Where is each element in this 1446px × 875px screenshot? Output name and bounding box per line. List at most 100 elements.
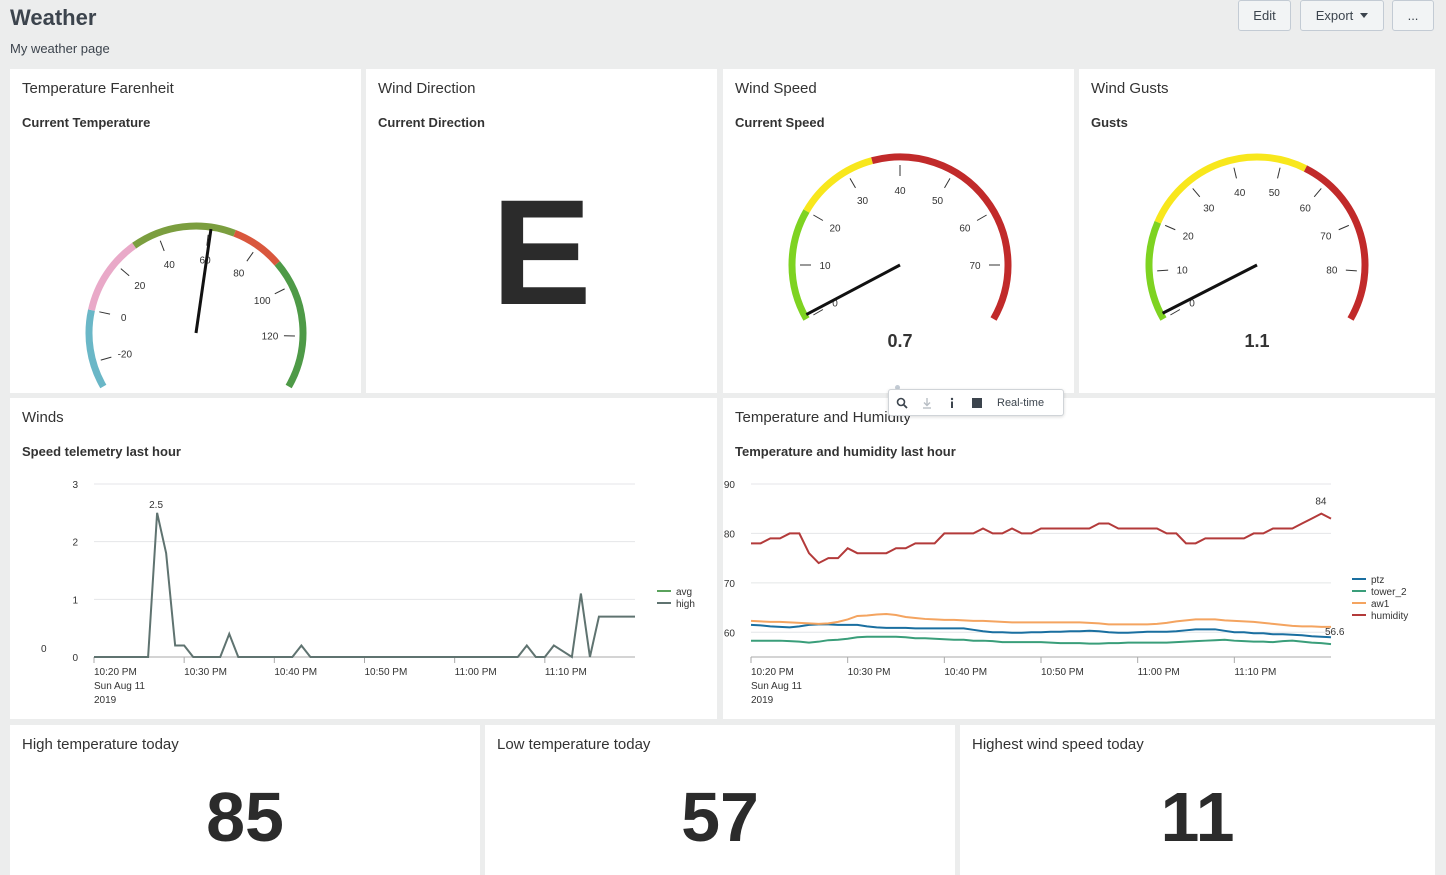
gauge-tick-label: 40	[894, 186, 906, 197]
gauge-value: 0.7	[887, 331, 912, 351]
x-tick-label: 10:40 PM	[944, 667, 987, 678]
gauge-band	[274, 261, 307, 389]
panel-subtitle: Current Direction	[378, 115, 485, 130]
legend-label: ptz	[1371, 575, 1384, 586]
legend-label: aw1	[1371, 599, 1390, 610]
data-label: 84	[1315, 497, 1327, 508]
gauge-tick-label: 30	[857, 196, 869, 207]
gauge-tick-label: 40	[164, 260, 176, 271]
more-actions-button[interactable]: ...	[1392, 0, 1434, 31]
wind-speed-panel: Wind Speed Current Speed 0 10 20 30 40 50 60 70…	[723, 69, 1074, 393]
y-tick-label: 80	[724, 529, 736, 540]
gauge-tick-label: 60	[959, 224, 971, 235]
download-icon[interactable]	[914, 390, 939, 415]
x-tick-label: 11:00 PM	[1138, 667, 1180, 678]
gauge-tick-label: 50	[1269, 188, 1281, 199]
gauge-tick	[159, 240, 165, 252]
gauge-tick-label: -20	[118, 349, 133, 360]
gauge-tick	[1313, 188, 1322, 198]
gauge-tick	[274, 288, 285, 295]
x-tick-label: 10:50 PM	[1041, 667, 1084, 678]
gauge-tick-label: 100	[254, 296, 271, 307]
gauge-tick	[813, 214, 824, 221]
winds-chart: 0 1 2 3 10:20 PM Sun Aug 11 2019 10:30 PM 10:40 …	[41, 480, 695, 706]
gauge-tick	[1192, 188, 1201, 198]
temperature-humidity-chart: 60 70 80 90 10:20 PM Sun Aug 11 2019 10:30 PM 10…	[724, 480, 1408, 706]
gauge-band	[85, 309, 107, 389]
x-tick-label: 2019	[751, 695, 774, 706]
gauge-tick-label: 20	[829, 224, 841, 235]
edit-button[interactable]: Edit	[1238, 0, 1291, 31]
caret-down-icon	[1360, 13, 1369, 18]
low-temperature-panel: Low temperature today 57	[485, 725, 955, 875]
x-tick-label: 10:50 PM	[365, 667, 408, 678]
gauge-tick-label: 0	[121, 313, 127, 324]
gauge-tick	[100, 356, 112, 361]
gauge-tick-label: 60	[1300, 204, 1312, 215]
y-tick-label: 1	[72, 595, 78, 606]
gauge-tick	[99, 311, 111, 315]
gauge-tick-label: 40	[1234, 188, 1246, 199]
x-tick-label: Sun Aug 11	[751, 681, 802, 692]
wind-direction-value: E	[491, 168, 592, 336]
x-tick-label: 11:00 PM	[455, 667, 497, 678]
x-tick-label: 10:40 PM	[274, 667, 317, 678]
x-tick-label: 10:30 PM	[184, 667, 227, 678]
data-label: 2.5	[149, 500, 163, 511]
data-label: 56.6	[1325, 627, 1345, 638]
temperature-gauge: -2002040608010012060.8	[85, 222, 307, 389]
gauge-needle	[194, 228, 213, 334]
y-tick-label: 70	[724, 579, 736, 590]
y-tick-label: 2	[72, 538, 78, 549]
x-tick-label: 10:20 PM	[94, 667, 137, 678]
panel-title: Wind Direction	[378, 80, 476, 97]
gauge-band	[871, 153, 1012, 321]
wind-direction-panel: Wind Direction Current Direction E	[366, 69, 717, 393]
export-button-label: Export	[1315, 8, 1354, 23]
gauge-tick-label: 30	[1203, 204, 1215, 215]
gauge-tick	[1277, 167, 1281, 179]
info-icon[interactable]	[939, 390, 964, 415]
winds-panel: Winds Speed telemetry last hour 0 1 2 3 10:2…	[10, 398, 717, 719]
legend-label: humidity	[1371, 611, 1408, 622]
stop-icon[interactable]	[964, 390, 989, 415]
x-tick-label: 11:10 PM	[545, 667, 587, 678]
gauge-band	[1303, 165, 1369, 321]
gauge-tick-label: 20	[134, 281, 146, 292]
wind-gusts-panel: Wind Gusts Gusts 0 10 20 30 40 50 60 70 80 1.1	[1079, 69, 1435, 393]
series-line-tower_2	[751, 635, 1332, 646]
high-temperature-panel: High temperature today 85	[10, 725, 480, 875]
gauge-tick-label: 70	[1320, 231, 1332, 242]
highest-wind-panel: Highest wind speed today 11	[960, 725, 1435, 875]
y-tick-label: 90	[724, 480, 736, 491]
gauge-tick	[120, 268, 130, 277]
x-tick-label: Sun Aug 11	[94, 681, 145, 692]
gauge-tick	[849, 178, 856, 189]
gauge-tick	[1345, 269, 1357, 272]
gauge-band	[132, 222, 236, 249]
export-button[interactable]: Export	[1300, 0, 1384, 31]
gauge-tick	[1233, 167, 1237, 179]
gauge-tick	[944, 178, 951, 189]
legend-label: avg	[676, 587, 692, 598]
panel-title: Highest wind speed today	[972, 736, 1144, 753]
wind-gusts-gauge: 010203040 506070801.1	[1145, 153, 1369, 351]
temperature-humidity-panel: Temperature and Humidity Temperature and…	[723, 398, 1435, 719]
gauge-tick	[246, 251, 254, 262]
realtime-label[interactable]: Real-time	[997, 397, 1044, 409]
legend-label: high	[676, 599, 695, 610]
gauge-band	[1154, 153, 1308, 224]
x-tick-label: 2019	[94, 695, 117, 706]
search-icon[interactable]	[889, 390, 914, 415]
more-actions-label: ...	[1407, 8, 1419, 23]
wind-speed-gauge: 0102030405060700.7	[788, 153, 1012, 351]
x-tick-label: 11:10 PM	[1234, 667, 1276, 678]
page-title: Weather	[10, 5, 97, 30]
y-tick-label: 0	[72, 653, 78, 664]
gauge-tick-label: 10	[819, 261, 831, 272]
panel-title: Low temperature today	[497, 736, 651, 753]
gauge-tick	[1164, 224, 1176, 231]
gauge-band	[233, 229, 280, 266]
gauge-tick	[1170, 309, 1181, 316]
panel-title: High temperature today	[22, 736, 179, 753]
